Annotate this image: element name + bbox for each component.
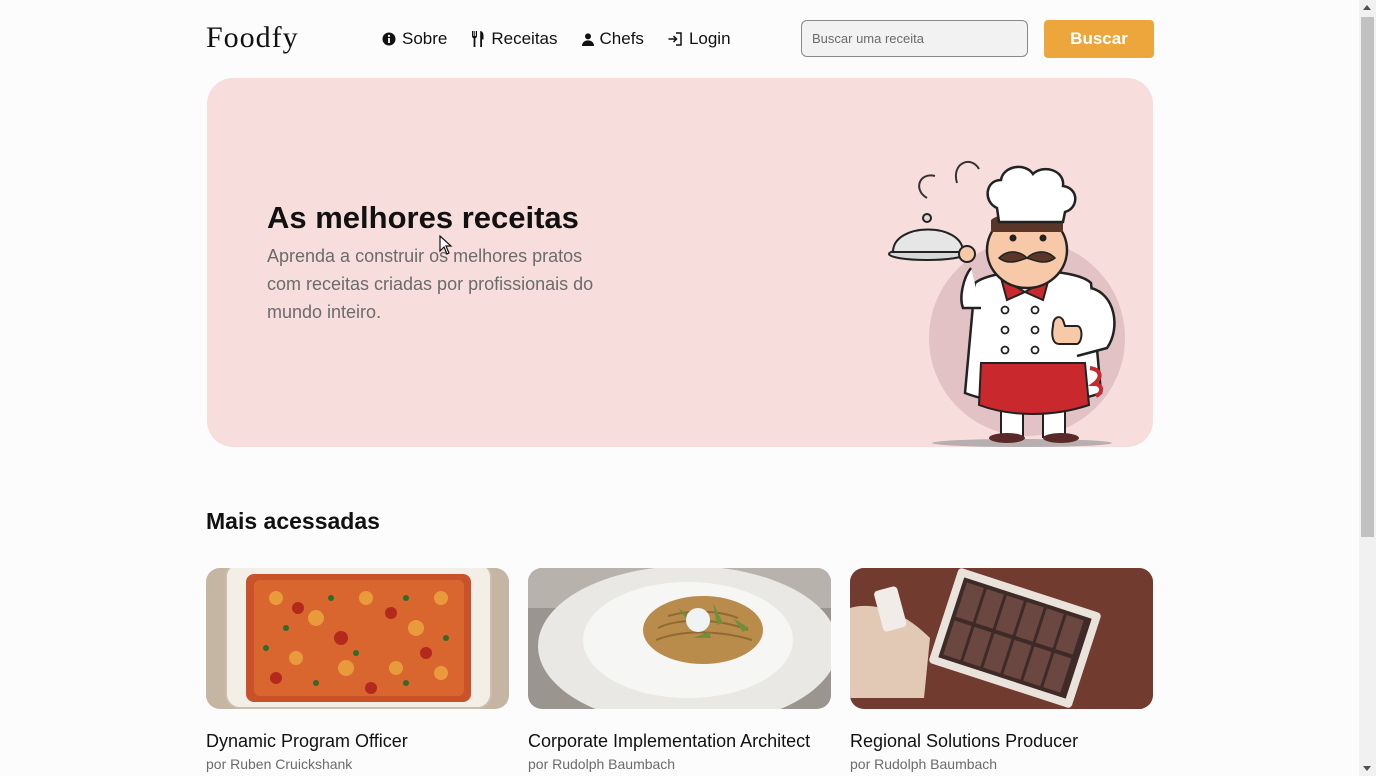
mouse-cursor-icon — [439, 235, 453, 255]
scroll-up-icon[interactable] — [1363, 5, 1371, 10]
vertical-scrollbar[interactable] — [1359, 0, 1376, 776]
nav-receitas[interactable]: Receitas — [471, 29, 558, 49]
fork-knife-icon — [472, 31, 484, 47]
info-icon — [382, 32, 396, 46]
recipe-author: por Rudolph Baumbach — [850, 756, 998, 772]
search-button[interactable]: Buscar — [1044, 20, 1154, 58]
nav-chefs[interactable]: Chefs — [581, 29, 644, 49]
recipe-image[interactable] — [206, 568, 509, 709]
header: Foodfy Sobre Receitas Chefs Login Buscar — [206, 18, 1154, 60]
recipe-card[interactable]: Dynamic Program Officer por Ruben Cruick… — [206, 568, 509, 772]
nav-login-label: Login — [688, 29, 731, 48]
section-title: Mais acessadas — [206, 508, 380, 534]
nav-chefs-label: Chefs — [599, 29, 644, 48]
nav-login[interactable]: Login — [668, 29, 731, 49]
hero-description: Aprenda a construir os melhores pratos c… — [267, 246, 594, 322]
hero-title: As melhores receitas — [267, 200, 579, 235]
recipe-image[interactable] — [528, 568, 831, 709]
main-nav: Sobre Receitas Chefs Login — [382, 18, 755, 60]
recipe-name[interactable]: Corporate Implementation Architect — [528, 731, 831, 752]
recipe-card[interactable]: Regional Solutions Producer por Rudolph … — [850, 568, 1153, 772]
recipe-name[interactable]: Regional Solutions Producer — [850, 731, 1153, 752]
recipe-author: por Ruben Cruickshank — [206, 756, 353, 772]
nav-sobre-label: Sobre — [402, 29, 448, 48]
scroll-down-icon[interactable] — [1363, 766, 1371, 771]
chef-illustration — [888, 161, 1125, 447]
recipe-image[interactable] — [850, 568, 1153, 709]
recipe-author: por Rudolph Baumbach — [528, 756, 676, 772]
scrollbar-thumb[interactable] — [1361, 17, 1374, 537]
nav-receitas-label: Receitas — [491, 29, 558, 48]
logo[interactable]: Foodfy — [206, 18, 299, 58]
person-icon — [581, 32, 594, 46]
nav-sobre[interactable]: Sobre — [382, 29, 447, 49]
recipe-card[interactable]: Corporate Implementation Architect por R… — [528, 568, 831, 772]
recipe-name[interactable]: Dynamic Program Officer — [206, 731, 509, 752]
hero-banner: As melhores receitas Aprenda a construir… — [207, 78, 1153, 447]
login-icon — [668, 32, 682, 46]
search-input[interactable] — [801, 20, 1028, 57]
